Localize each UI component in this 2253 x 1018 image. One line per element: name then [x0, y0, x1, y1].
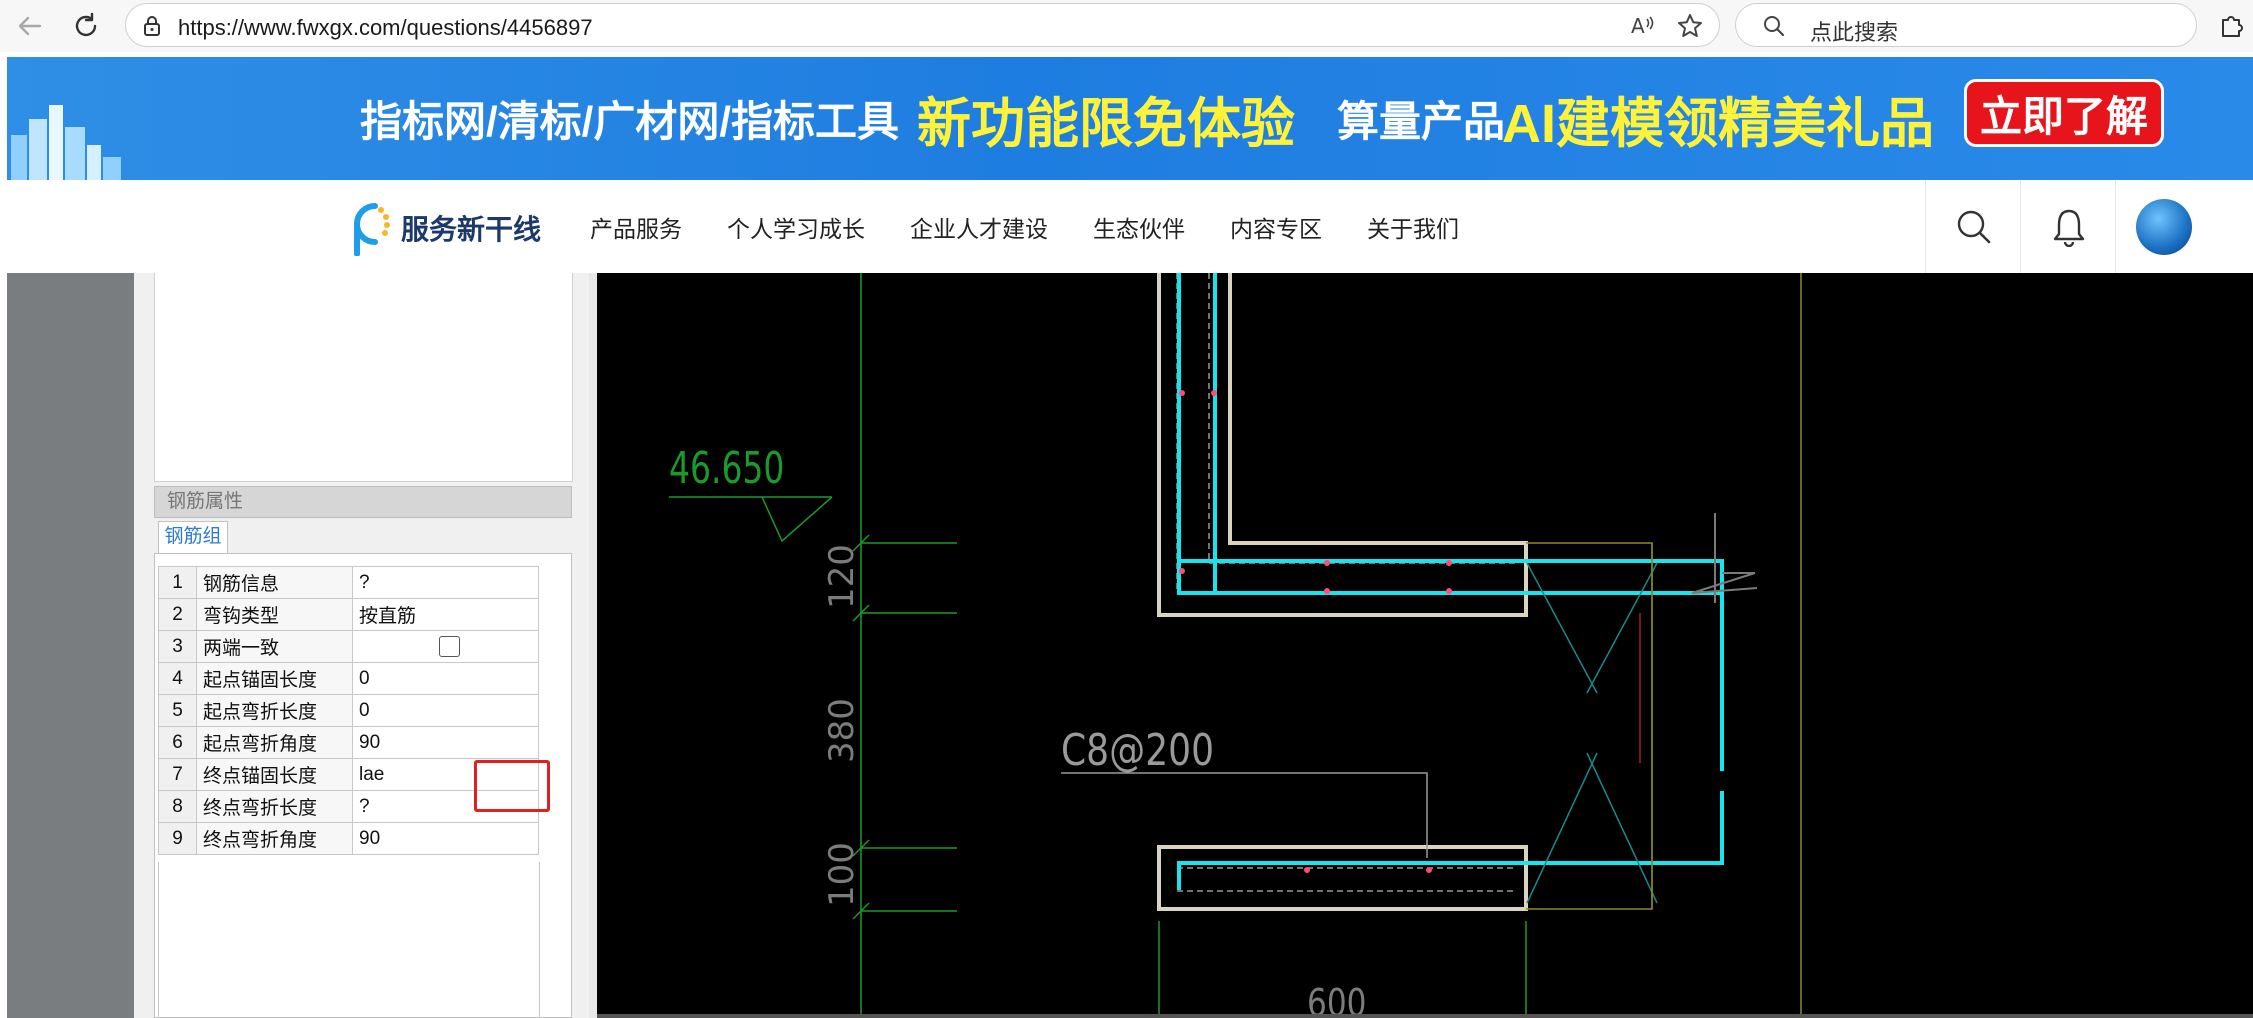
cad-drawing: 46.650 120 380 100 C8@200 600: [669, 273, 1802, 1018]
elevation-triangle: [761, 496, 833, 543]
property-value[interactable]: 0: [352, 662, 539, 695]
property-row[interactable]: 4 起点锚固长度 0: [158, 662, 539, 695]
row-index: 4: [158, 662, 197, 695]
property-name: 弯钩类型: [196, 598, 353, 631]
banner-text-quantity: 算量产品: [1337, 98, 1506, 145]
refresh-icon: [75, 12, 97, 37]
elevation-label: 46.650: [669, 443, 784, 494]
refresh-button[interactable]: [64, 8, 108, 44]
web-page: 指标网/清标/广材网/指标工具 新功能限免体验 算量产品 AI建模领精美礼品 立…: [7, 57, 2253, 1018]
avatar: [2135, 198, 2192, 255]
cad-drawing-canvas[interactable]: 46.650 120 380 100 C8@200 600: [597, 273, 2253, 1018]
property-row[interactable]: 1 钢筋信息?: [158, 566, 539, 599]
row-index: 7: [158, 758, 197, 791]
back-button[interactable]: [8, 8, 52, 44]
row-index: 8: [158, 790, 197, 823]
property-value[interactable]: 90: [352, 822, 539, 855]
site-logo[interactable]: 服务新干线: [347, 198, 547, 258]
logo-icon: [354, 203, 390, 256]
property-name: 终点弯折长度: [196, 790, 353, 823]
rebar-lines: [1177, 273, 1724, 890]
property-value[interactable]: 90: [352, 726, 539, 759]
menu-item-enterprise-talent[interactable]: 企业人才建设: [910, 210, 1048, 244]
property-name: 两端一致: [196, 630, 353, 663]
extensions-icon[interactable]: [2215, 10, 2247, 42]
dim-label-100: 100: [822, 842, 862, 907]
property-value[interactable]: 按直筋: [352, 598, 539, 631]
browser-search-box[interactable]: 点此搜索: [1735, 3, 2197, 47]
main-menu: 产品服务 个人学习成长 企业人才建设 生态伙伴 内容专区 关于我们: [590, 180, 1504, 273]
break-symbol: [1691, 513, 1758, 603]
banner-text-ai-gift: AI建模领精美礼品: [1502, 94, 1934, 154]
dim-label-380: 380: [822, 698, 862, 763]
rebar-label: C8@200: [1061, 726, 1214, 776]
property-row[interactable]: 5 起点弯折长度 0: [158, 694, 539, 727]
search-icon: [1764, 16, 1785, 37]
menu-item-personal-learning[interactable]: 个人学习成长: [727, 210, 865, 244]
tab-rebar-group[interactable]: 钢筋组: [158, 521, 228, 553]
section-header-rebar-properties: 钢筋属性: [154, 486, 572, 518]
city-skyline-graphic: [11, 105, 121, 180]
row-index: 3: [158, 630, 197, 663]
property-table-empty-area: [158, 862, 540, 1018]
banner-text-products: 指标网/清标/广材网/指标工具: [360, 98, 900, 145]
site-search-button[interactable]: [1925, 180, 2021, 273]
address-bar[interactable]: https://www.fwxgx.com/questions/4456897 …: [125, 3, 1720, 47]
property-row[interactable]: 2 弯钩类型 按直筋: [158, 598, 539, 631]
bell-icon: [2053, 209, 2084, 247]
user-avatar-button[interactable]: [2115, 180, 2211, 273]
property-row[interactable]: 3 两端一致: [158, 630, 539, 663]
property-value[interactable]: [352, 630, 539, 663]
row-index: 9: [158, 822, 197, 855]
back-icon: [18, 16, 42, 36]
property-name: 钢筋信息: [196, 566, 353, 599]
banner-text-free-trial: 新功能限免体验: [917, 94, 1295, 154]
highlight-annotation-box: [474, 760, 550, 812]
row-index: 2: [158, 598, 197, 631]
property-row[interactable]: 9 终点弯折角度 90: [158, 822, 539, 855]
url-text[interactable]: https://www.fwxgx.com/questions/4456897: [178, 15, 593, 41]
learn-more-button[interactable]: 立即了解: [1964, 79, 2164, 147]
lock-icon[interactable]: [136, 10, 168, 42]
horizontal-scrollbar[interactable]: [597, 1014, 2253, 1018]
property-row[interactable]: 6 起点弯折角度 90: [158, 726, 539, 759]
rebar-property-panel: 钢筋属性 钢筋组 1 钢筋信息? 2 弯钩类型 按直筋 3 两端一致 4 起点锚固长度 0 5 起点弯…: [134, 273, 589, 1018]
beam-outline: [1526, 542, 1653, 910]
row-index: 6: [158, 726, 197, 759]
checkbox-both-ends-same[interactable]: [439, 635, 460, 657]
beam-section-diagonals: [1526, 562, 1658, 904]
favorite-star-icon[interactable]: [1674, 10, 1706, 42]
notification-button[interactable]: [2020, 180, 2116, 273]
question-image: 钢筋属性 钢筋组 1 钢筋信息? 2 弯钩类型 按直筋 3 两端一致 4 起点锚固长度 0 5 起点弯…: [7, 273, 2253, 1018]
row-index: 5: [158, 694, 197, 727]
logo-text: 服务新干线: [401, 214, 542, 245]
panel-preview-area: [154, 273, 573, 482]
search-placeholder: 点此搜索: [1810, 20, 1899, 45]
read-aloud-icon[interactable]: A: [1627, 10, 1659, 42]
property-value[interactable]: 0: [352, 694, 539, 727]
promo-banner[interactable]: 指标网/清标/广材网/指标工具 新功能限免体验 算量产品 AI建模领精美礼品 立…: [7, 57, 2253, 180]
site-header: 服务新干线 产品服务 个人学习成长 企业人才建设 生态伙伴 内容专区 关于我们: [7, 180, 2253, 274]
rebar-dots: [1179, 390, 1452, 873]
search-icon: [1957, 210, 1990, 243]
property-name: 起点弯折长度: [196, 694, 353, 727]
property-name: 终点锚固长度: [196, 758, 353, 791]
property-name: 起点弯折角度: [196, 726, 353, 759]
panel-divider: [589, 273, 597, 1018]
menu-item-partners[interactable]: 生态伙伴: [1093, 210, 1185, 244]
row-index: 1: [158, 566, 197, 599]
property-name: 终点弯折角度: [196, 822, 353, 855]
browser-toolbar: https://www.fwxgx.com/questions/4456897 …: [0, 0, 2253, 52]
svg-text:A: A: [1631, 14, 1645, 38]
property-value[interactable]: ?: [352, 566, 539, 599]
property-name: 起点锚固长度: [196, 662, 353, 695]
vertical-dimension-chain: [852, 534, 957, 920]
left-gray-margin: [7, 273, 134, 1018]
menu-item-about[interactable]: 关于我们: [1367, 210, 1459, 244]
bottom-dim-label: 600: [1307, 982, 1366, 1018]
menu-item-content[interactable]: 内容专区: [1230, 210, 1322, 244]
menu-item-products[interactable]: 产品服务: [590, 210, 682, 244]
dim-label-120: 120: [822, 544, 862, 609]
